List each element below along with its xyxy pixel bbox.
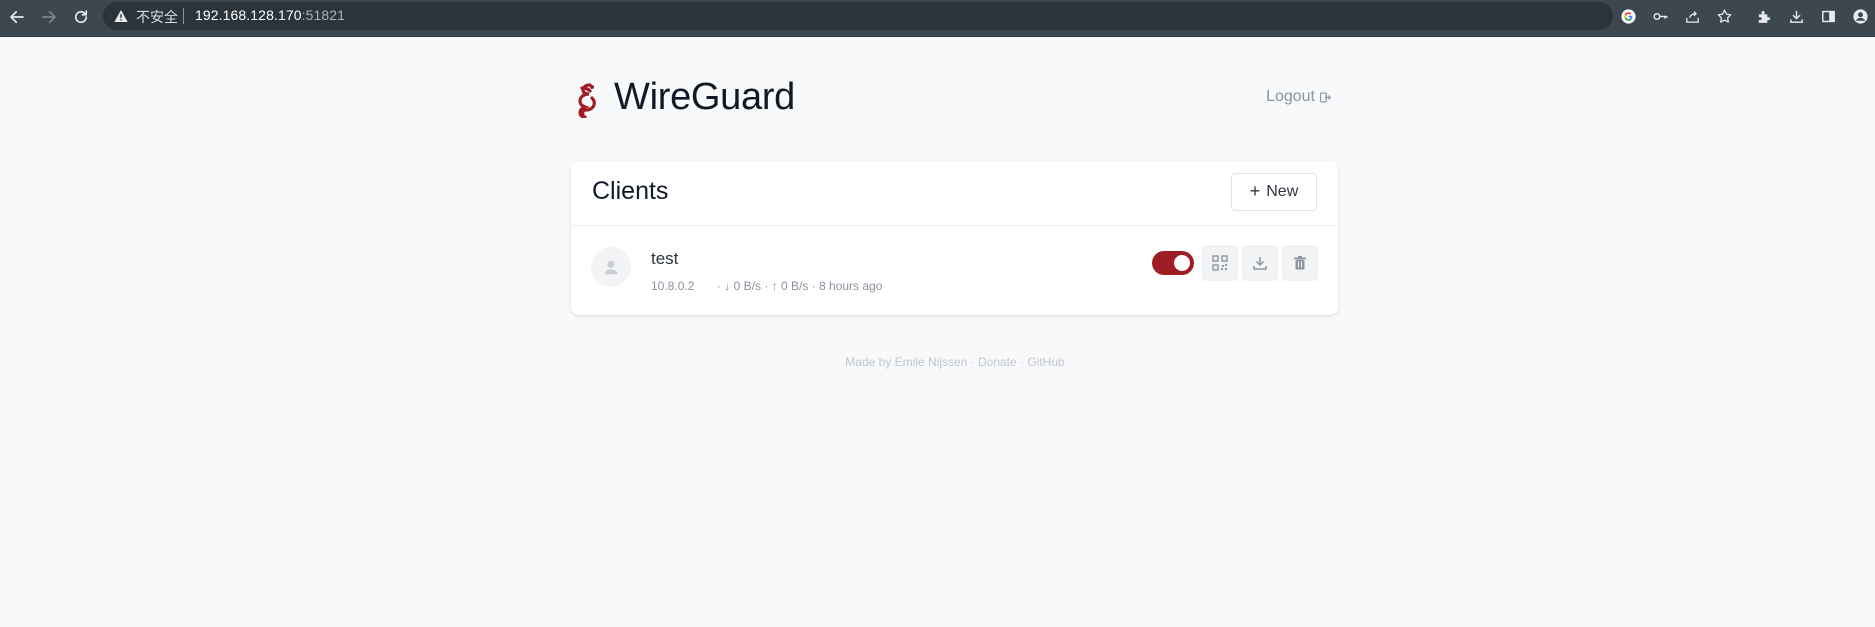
client-ip: 10.8.0.2 <box>651 279 695 293</box>
google-icon[interactable] <box>1617 5 1639 27</box>
reload-icon <box>74 10 88 24</box>
brand-title: WireGuard <box>614 76 796 118</box>
back-button[interactable] <box>4 4 30 30</box>
arrow-left-icon <box>10 10 24 24</box>
omnibox-divider <box>183 8 184 24</box>
clients-card-header: Clients + New <box>571 161 1338 226</box>
client-name[interactable]: test <box>651 249 678 269</box>
browser-toolbar: 不安全 192.168.128.170:51821 <box>0 0 1875 37</box>
user-icon <box>604 260 618 275</box>
clients-card: Clients + New test 10.8.0.2 · ↓ 0 B/s · ↑… <box>571 161 1338 315</box>
logout-link[interactable]: Logout <box>1266 88 1332 106</box>
bookmark-star-icon[interactable] <box>1713 5 1735 27</box>
client-transfer-stats: · ↓ 0 B/s · ↑ 0 B/s · 8 hours ago <box>717 279 883 293</box>
clients-title: Clients <box>592 177 669 205</box>
password-key-icon[interactable] <box>1649 5 1671 27</box>
logout-icon <box>1320 91 1332 103</box>
url-port: :51821 <box>301 7 346 23</box>
star-icon <box>1717 8 1731 23</box>
panel-icon <box>1821 10 1835 22</box>
extensions-icon[interactable] <box>1753 5 1775 27</box>
key-icon <box>1652 12 1668 20</box>
toggle-knob <box>1174 255 1190 271</box>
qr-code-icon <box>1212 255 1228 271</box>
share-icon[interactable] <box>1681 5 1703 27</box>
side-panel-icon[interactable] <box>1817 5 1839 27</box>
download-config-button[interactable] <box>1242 245 1278 281</box>
profile-avatar[interactable] <box>1849 5 1871 27</box>
new-client-button[interactable]: + New <box>1231 173 1317 211</box>
insecure-label: 不安全 <box>136 9 178 25</box>
client-avatar <box>591 247 631 287</box>
footer: Made by Emile Nijssen · Donate · GitHub <box>0 355 1875 369</box>
logout-label: Logout <box>1266 88 1315 105</box>
show-qr-button[interactable] <box>1202 245 1238 281</box>
puzzle-icon <box>1758 10 1770 23</box>
wireguard-logo-icon <box>578 83 596 118</box>
arrow-right-icon <box>42 10 56 24</box>
page-header: WireGuard Logout <box>572 72 1332 132</box>
trash-icon <box>1294 256 1306 270</box>
url-text: 192.168.128.170:51821 <box>195 7 345 23</box>
plus-icon: + <box>1249 180 1261 201</box>
delete-client-button[interactable] <box>1282 245 1318 281</box>
forward-button[interactable] <box>36 4 62 30</box>
downloads-icon[interactable] <box>1785 5 1807 27</box>
footer-text: Made by Emile Nijssen · Donate · GitHub <box>845 355 1065 369</box>
address-bar[interactable]: 不安全 192.168.128.170:51821 <box>103 2 1613 30</box>
reload-button[interactable] <box>68 4 94 30</box>
client-row: test 10.8.0.2 · ↓ 0 B/s · ↑ 0 B/s · 8 hou… <box>571 225 1338 315</box>
client-enable-toggle[interactable] <box>1152 251 1194 275</box>
client-meta: 10.8.0.2 · ↓ 0 B/s · ↑ 0 B/s · 8 hours ag… <box>651 279 882 293</box>
url-host: 192.168.128.170 <box>195 7 302 23</box>
warning-icon <box>114 10 128 22</box>
share-arrow-icon <box>1685 10 1699 23</box>
download-tray-icon <box>1789 10 1803 23</box>
google-g-icon <box>1620 8 1636 24</box>
profile-icon <box>1852 8 1868 24</box>
new-button-label: New <box>1266 183 1299 200</box>
download-icon <box>1253 257 1267 270</box>
